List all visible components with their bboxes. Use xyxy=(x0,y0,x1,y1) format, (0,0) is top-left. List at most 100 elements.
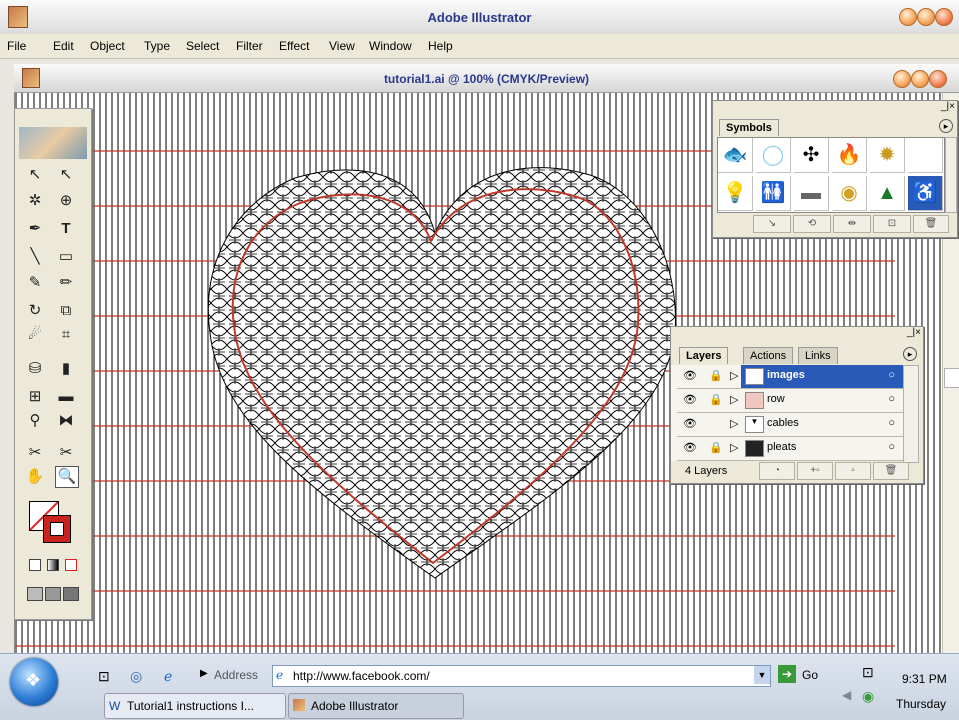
maximize-icon[interactable] xyxy=(917,8,935,26)
minimize-icon[interactable] xyxy=(899,8,917,26)
new-symbol-icon[interactable]: ⊡ xyxy=(873,215,911,233)
doc-minimize-icon[interactable] xyxy=(893,70,911,88)
line-tool-icon[interactable]: ╲ xyxy=(24,247,46,267)
menu-view[interactable]: View xyxy=(329,39,355,53)
visibility-eye-icon[interactable]: 👁 xyxy=(683,393,697,406)
expand-triangle-icon[interactable]: ▷ xyxy=(730,441,738,454)
fill-stroke-swatch[interactable] xyxy=(29,501,73,543)
layers-menu-icon[interactable]: ▸ xyxy=(903,347,917,361)
tab-links[interactable]: Links xyxy=(798,347,838,364)
menu-edit[interactable]: Edit xyxy=(53,39,74,53)
target-circle-icon[interactable]: ○ xyxy=(888,369,895,381)
gradient-mode-icon[interactable] xyxy=(47,559,59,571)
new-layer-icon[interactable]: ▫ xyxy=(835,462,871,480)
scroll-thumb[interactable] xyxy=(944,368,959,388)
symbol-fish[interactable]: 🐟 xyxy=(718,138,753,173)
target-circle-icon[interactable]: ○ xyxy=(888,393,895,405)
lock-icon[interactable]: 🔒 xyxy=(709,393,723,406)
magic-wand-tool-icon[interactable]: ✲ xyxy=(24,191,46,211)
new-sublayer-icon[interactable]: +▫ xyxy=(797,462,833,480)
symbol-lightbulb[interactable]: 💡 xyxy=(718,176,753,211)
rotate-tool-icon[interactable]: ↻ xyxy=(24,301,46,321)
screen-mode-normal-icon[interactable] xyxy=(27,587,43,601)
tray-collapse-icon[interactable]: ◀ xyxy=(842,688,851,702)
none-mode-icon[interactable] xyxy=(65,559,77,571)
eyedropper-tool-icon[interactable]: ⚲ xyxy=(24,411,46,431)
rectangle-tool-icon[interactable]: ▭ xyxy=(55,247,77,267)
lock-icon[interactable]: 🔒 xyxy=(709,369,723,382)
tab-layers[interactable]: Layers xyxy=(679,347,729,364)
symbol-restrooms[interactable]: 🚻 xyxy=(756,176,791,211)
doc-close-icon[interactable] xyxy=(929,70,947,88)
target-circle-icon[interactable]: ○ xyxy=(888,441,895,453)
pen-tool-icon[interactable]: ✒ xyxy=(24,219,46,239)
mesh-tool-icon[interactable]: ⊞ xyxy=(24,387,46,407)
expand-triangle-icon[interactable]: ▷ xyxy=(730,393,738,406)
warp-tool-icon[interactable]: ☄ xyxy=(24,325,46,345)
screen-mode-full-icon[interactable] xyxy=(63,587,79,601)
menu-select[interactable]: Select xyxy=(186,39,219,53)
go-arrow-icon[interactable]: ➔ xyxy=(778,665,796,683)
symbol-sprayer-tool-icon[interactable]: ⛁ xyxy=(24,359,46,379)
layers-scrollbar[interactable] xyxy=(903,365,919,463)
expand-triangle-icon[interactable]: ▷ xyxy=(730,369,738,382)
menu-type[interactable]: Type xyxy=(144,39,170,53)
menu-effect[interactable]: Effect xyxy=(279,39,309,53)
taskbar-item-tutorial1[interactable]: W Tutorial1 instructions I... xyxy=(104,693,286,719)
hand-tool-icon[interactable]: ✋ xyxy=(24,467,46,487)
layer-name[interactable]: cables xyxy=(767,417,799,429)
expand-triangle-icon[interactable]: ▷ xyxy=(730,417,738,430)
layer-row[interactable]: 👁 🔒 ▷ images ○ xyxy=(677,365,905,389)
paintbrush-tool-icon[interactable]: ✎ xyxy=(24,273,46,293)
address-input[interactable]: ℯ http://www.facebook.com/ ▼ xyxy=(272,665,771,687)
go-label[interactable]: Go xyxy=(802,668,818,682)
type-tool-icon[interactable]: T xyxy=(55,219,77,239)
symbol-grime[interactable]: ✣ xyxy=(794,138,829,173)
lasso-tool-icon[interactable]: ⊕ xyxy=(55,191,77,211)
symbol-fire[interactable]: 🔥 xyxy=(832,138,867,173)
menu-filter[interactable]: Filter xyxy=(236,39,263,53)
visibility-eye-icon[interactable]: 👁 xyxy=(683,417,697,430)
target-circle-icon[interactable]: ○ xyxy=(888,417,895,429)
quicklaunch-desktop-icon[interactable]: ⊡ xyxy=(98,668,110,685)
tray-app-icon[interactable]: ◉ xyxy=(862,688,874,705)
address-dropdown-icon[interactable]: ▼ xyxy=(754,666,770,684)
quicklaunch-ie-icon[interactable]: ℯ xyxy=(164,668,172,685)
delete-symbol-icon[interactable]: 🗑 xyxy=(913,215,949,233)
symbol-puddle[interactable]: ▬ xyxy=(794,176,829,211)
column-graph-tool-icon[interactable]: ▮ xyxy=(55,359,77,379)
close-icon[interactable] xyxy=(935,8,953,26)
layer-row[interactable]: 👁 ▷ ▼ cables ○ xyxy=(677,413,905,437)
place-symbol-icon[interactable]: ↘ xyxy=(753,215,791,233)
menu-file[interactable]: File xyxy=(7,39,26,53)
layer-name[interactable]: images xyxy=(767,369,805,381)
tab-symbols[interactable]: Symbols xyxy=(719,119,779,136)
symbol-wheelchair[interactable]: ♿ xyxy=(908,176,943,211)
direct-selection-tool-icon[interactable]: ↖ xyxy=(55,165,77,185)
start-button[interactable]: ❖ xyxy=(10,658,58,706)
pencil-tool-icon[interactable]: ✏ xyxy=(55,273,77,293)
visibility-eye-icon[interactable]: 👁 xyxy=(683,369,697,382)
free-transform-tool-icon[interactable]: ⌗ xyxy=(55,325,77,345)
layer-name[interactable]: row xyxy=(767,393,785,405)
tab-actions[interactable]: Actions xyxy=(743,347,794,364)
slice-tool-icon[interactable]: ✂ xyxy=(24,443,46,463)
selection-tool-icon[interactable]: ↖ xyxy=(24,165,46,185)
scale-tool-icon[interactable]: ⧉ xyxy=(55,301,77,321)
make-clipping-mask-icon[interactable]: ◔ xyxy=(759,462,795,480)
zoom-tool-icon[interactable]: 🔍 xyxy=(55,466,79,488)
layer-row[interactable]: 👁 🔒 ▷ pleats ○ xyxy=(677,437,905,461)
panel-menu-icon[interactable]: ▸ xyxy=(939,119,953,133)
menu-object[interactable]: Object xyxy=(90,39,125,53)
color-mode-icon[interactable] xyxy=(29,559,41,571)
tray-network-icon[interactable]: ⊡ xyxy=(862,664,874,681)
gradient-tool-icon[interactable]: ▬ xyxy=(55,387,77,407)
layer-name[interactable]: pleats xyxy=(767,441,796,453)
stroke-swatch[interactable] xyxy=(43,515,71,543)
screen-mode-menu-icon[interactable] xyxy=(45,587,61,601)
break-link-icon[interactable]: ⇹ xyxy=(833,215,871,233)
symbol-gear[interactable]: ✹ xyxy=(870,138,905,173)
address-arrow-icon[interactable]: ▶ xyxy=(200,668,208,679)
scissors-tool-icon[interactable]: ✂ xyxy=(55,443,77,463)
menu-help[interactable]: Help xyxy=(428,39,453,53)
